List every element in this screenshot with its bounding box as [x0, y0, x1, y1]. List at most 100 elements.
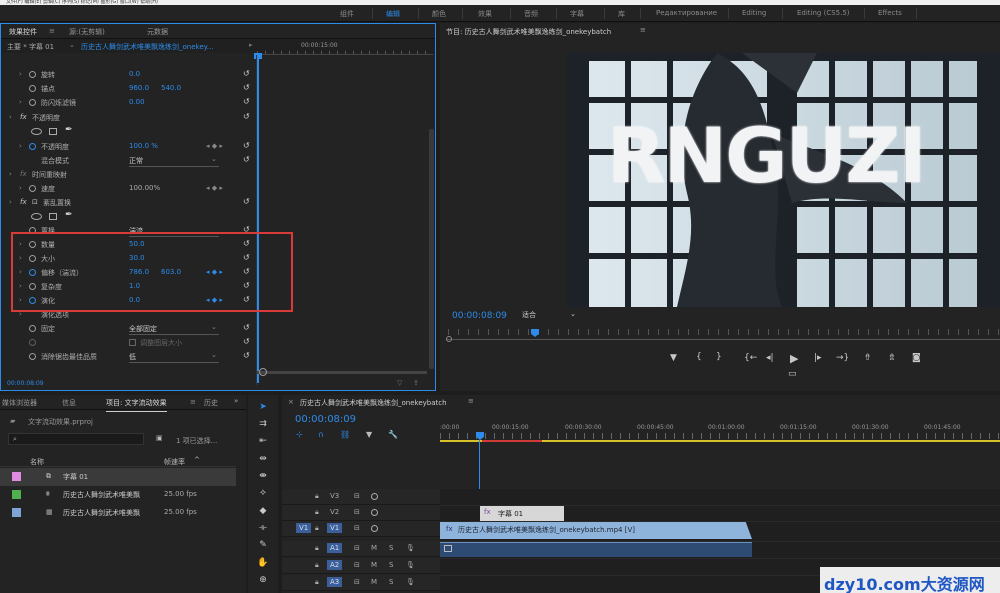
sync-lock-icon[interactable]: ⊟ — [354, 544, 360, 552]
workspace-redaktirovanie[interactable]: Редактирование — [656, 9, 717, 17]
voiceover-icon[interactable]: 🎙︎ — [406, 578, 415, 586]
rectangle-mask-icon[interactable] — [49, 128, 57, 135]
eye-icon[interactable] — [371, 493, 378, 500]
ellipse-mask-icon[interactable] — [31, 128, 42, 135]
mute-icon[interactable]: M — [371, 544, 377, 552]
export-icon[interactable]: ⇪ — [413, 379, 419, 387]
pen-mask-icon[interactable]: ✒ — [65, 125, 73, 135]
voiceover-icon[interactable]: 🎙︎ — [406, 544, 415, 552]
pinning-dropdown[interactable]: 全部固定 — [129, 324, 219, 335]
fx-icon[interactable]: fx — [20, 170, 27, 178]
reset-icon[interactable]: ↺ — [243, 323, 250, 332]
column-frame-rate[interactable]: 帧速率 — [164, 457, 185, 467]
sync-lock-icon[interactable]: ⊟ — [354, 578, 360, 586]
snap-icon[interactable]: ∩ — [318, 430, 324, 439]
chevron-down-icon[interactable]: ⌄ — [211, 351, 217, 359]
extract-icon[interactable]: ⇯ — [888, 353, 896, 363]
program-timecode[interactable]: 00:00:08:09 — [452, 311, 507, 321]
column-name[interactable]: 名称 — [30, 457, 44, 467]
title-clip[interactable]: fx 字幕 01 — [480, 506, 564, 521]
workspace-color[interactable]: 颜色 — [432, 9, 446, 19]
reset-icon[interactable]: ↺ — [243, 69, 250, 78]
track-label[interactable]: A3 — [327, 577, 343, 587]
tab-info[interactable]: 信息 — [62, 398, 76, 408]
workspace-editing[interactable]: 编辑 — [386, 9, 400, 19]
pen-tool-icon[interactable]: ✎ — [256, 540, 270, 554]
button-editor-icon[interactable]: ▭ — [788, 369, 797, 379]
effect-turbulent-displace-header[interactable]: › fx ⊡ 紊乱置换 ↺ — [1, 195, 253, 209]
resize-layer-checkbox[interactable] — [129, 339, 136, 346]
eye-icon[interactable] — [371, 509, 378, 516]
sync-lock-icon[interactable]: ⊟ — [354, 492, 360, 500]
chevron-down-icon[interactable]: ⌄ — [570, 310, 576, 318]
list-item[interactable]: ▦ 历史古人舞剑武术唯美飘 25.00 fps — [0, 504, 236, 522]
menu-icon[interactable]: ≡ — [190, 398, 196, 406]
chevron-down-icon[interactable]: ⌄ — [211, 323, 217, 331]
chevron-down-icon[interactable]: ⌄ — [69, 41, 75, 49]
lock-icon[interactable]: 🔒︎ — [315, 508, 319, 517]
reset-icon[interactable]: ↺ — [243, 83, 250, 92]
timeline-ruler[interactable] — [440, 419, 1000, 443]
video-clip[interactable]: fx 历史古人舞剑武术唯美飘逸练剑_onekeybatch.mp4 [V] — [440, 522, 752, 539]
timeline-timecode[interactable]: 00:00:08:09 — [295, 414, 356, 425]
mute-icon[interactable]: M — [371, 561, 377, 569]
fit-dropdown[interactable]: 适合 ⌄ — [522, 310, 578, 322]
effect-controls-timecode[interactable]: 00:00:08:09 — [7, 380, 44, 387]
menu-icon[interactable]: ≡ — [640, 26, 646, 34]
tab-metadata[interactable]: 元数据 — [147, 27, 168, 37]
zoom-handle[interactable] — [446, 336, 452, 342]
play-only-icon[interactable]: ▸ — [249, 41, 253, 49]
add-marker-icon[interactable]: ▼ — [366, 430, 372, 439]
solo-icon[interactable]: S — [389, 578, 393, 586]
keyframe-ruler[interactable] — [257, 51, 433, 55]
ellipse-mask-icon[interactable] — [31, 213, 42, 220]
stopwatch-icon[interactable] — [29, 71, 36, 78]
workspace-assembly[interactable]: 组件 — [340, 9, 354, 19]
reset-icon[interactable]: ↺ — [243, 97, 250, 106]
program-playhead[interactable] — [531, 329, 539, 337]
label-color-swatch[interactable] — [12, 508, 21, 517]
tab-effect-controls[interactable]: 效果控件 — [9, 27, 37, 41]
lock-icon[interactable]: 🔒︎ — [315, 578, 319, 587]
reset-icon[interactable]: ↺ — [243, 351, 250, 360]
workspace-libraries[interactable]: 库 — [618, 9, 625, 19]
camera-icon[interactable]: ◙ — [912, 353, 921, 363]
tab-history[interactable]: 历史 — [204, 398, 218, 408]
track-select-tool-icon[interactable]: ⇉ — [256, 419, 270, 433]
sync-lock-icon[interactable]: ⊟ — [354, 561, 360, 569]
menu-icon[interactable]: ≡ — [468, 397, 474, 405]
slide-tool-icon[interactable]: ⟛ — [256, 523, 270, 537]
stopwatch-icon[interactable] — [29, 143, 36, 150]
reset-icon[interactable]: ↺ — [243, 337, 250, 346]
scrollbar[interactable] — [429, 129, 434, 369]
lock-icon[interactable]: 🔒︎ — [315, 561, 319, 570]
settings-wrench-icon[interactable]: 🔧 — [388, 430, 398, 439]
marker-icon[interactable]: ▼ — [670, 353, 677, 363]
reset-icon[interactable]: ↺ — [243, 197, 250, 206]
track-label[interactable]: A1 — [327, 543, 343, 553]
stopwatch-icon[interactable] — [29, 353, 36, 360]
mark-out-icon[interactable]: } — [716, 352, 722, 362]
voiceover-icon[interactable]: 🎙︎ — [406, 561, 415, 569]
linked-selection-icon[interactable]: ⛓ — [340, 430, 350, 439]
project-search-input[interactable]: ⌕ — [8, 433, 144, 445]
zoom-tool-icon[interactable]: ⊕ — [256, 575, 270, 589]
program-monitor-title[interactable]: 节目: 历史古人舞剑武术唯美飘逸练剑_onekeybatch — [446, 27, 611, 37]
pen-mask-icon[interactable]: ✒ — [65, 210, 73, 220]
razor-tool-icon[interactable]: ⟡ — [256, 488, 270, 502]
filter-icon[interactable]: ▽ — [397, 379, 402, 387]
stopwatch-icon[interactable] — [29, 185, 36, 192]
effect-time-remap-header[interactable]: › fx 时间重映射 — [1, 167, 253, 181]
tab-source[interactable]: 源:(无剪辑) — [69, 27, 105, 37]
go-to-out-icon[interactable]: →} — [836, 353, 849, 363]
sort-ascending-icon[interactable]: ^ — [194, 456, 200, 464]
chevron-down-icon[interactable]: ⌄ — [211, 155, 217, 163]
blend-mode-dropdown[interactable]: 正常 — [129, 156, 219, 167]
hand-tool-icon[interactable]: ✋ — [256, 558, 270, 572]
workspace-titles[interactable]: 字幕 — [570, 9, 584, 19]
sync-lock-icon[interactable]: ⊟ — [354, 524, 360, 532]
effect-opacity-header[interactable]: › fx 不透明度 ↺ — [1, 110, 253, 124]
keyframe-nav-icon[interactable]: ◂ ◆ ▸ — [206, 184, 223, 192]
reset-icon[interactable]: ↺ — [243, 141, 250, 150]
slip-tool-icon[interactable]: ◆ — [256, 506, 270, 520]
